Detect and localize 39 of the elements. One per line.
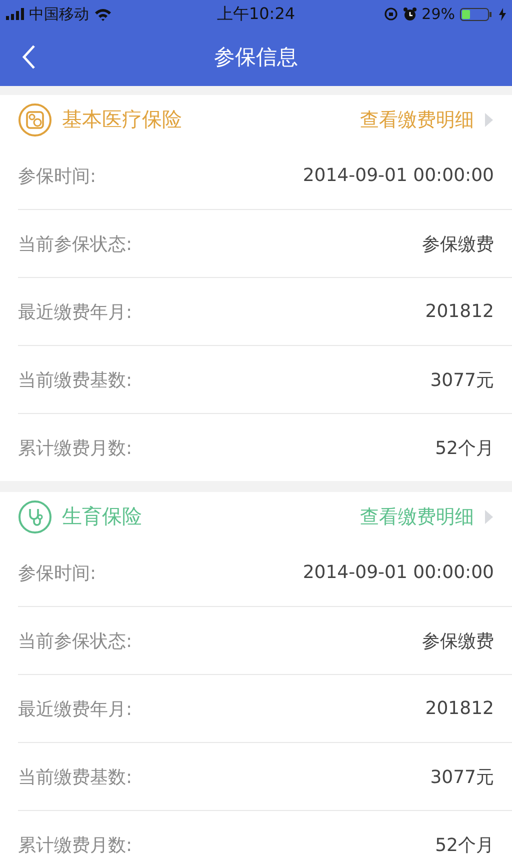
insurance-card-icon (18, 102, 52, 136)
field-value: 52个月 (435, 436, 494, 460)
battery-percent: 29% (422, 5, 455, 23)
field-label: 当前参保状态: (18, 232, 132, 256)
field-label: 当前参保状态: (18, 630, 132, 652)
field-value: 参保缴费 (422, 630, 494, 652)
signal-icon (6, 8, 24, 20)
field-value: 52个月 (435, 834, 494, 856)
battery-icon (460, 8, 494, 20)
field-value: 参保缴费 (422, 232, 494, 256)
field-value: 3077元 (430, 766, 494, 788)
chevron-right-icon[interactable] (484, 112, 494, 128)
field-value: 201812 (425, 301, 494, 322)
page-title: 参保信息 (214, 44, 298, 71)
field-label: 参保时间: (18, 562, 96, 584)
field-value: 3077元 (430, 368, 494, 392)
field-label: 当前缴费基数: (18, 766, 132, 788)
field-label: 最近缴费年月: (18, 300, 132, 324)
details-link[interactable]: 查看缴费明细 (360, 106, 474, 132)
section-title: 生育保险 (62, 503, 143, 530)
rotation-lock-icon (384, 7, 398, 21)
details-link[interactable]: 查看缴费明细 (360, 504, 474, 530)
field-label: 累计缴费月数: (18, 834, 132, 856)
field-value: 201812 (425, 698, 494, 719)
field-label: 参保时间: (18, 164, 96, 188)
alarm-icon (402, 7, 417, 21)
charging-icon (499, 8, 506, 20)
carrier-name: 中国移动 (29, 4, 89, 24)
wifi-icon (94, 8, 112, 20)
back-icon[interactable] (22, 44, 36, 70)
status-time: 上午10:24 (216, 4, 296, 24)
field-value: 2014-09-01 00:00:00 (302, 562, 494, 583)
field-value: 2014-09-01 00:00:00 (302, 165, 494, 186)
field-label: 累计缴费月数: (18, 436, 132, 460)
section-title: 基本医疗保险 (62, 106, 183, 133)
field-label: 最近缴费年月: (18, 698, 132, 720)
chevron-right-icon[interactable] (484, 508, 494, 524)
field-label: 当前缴费基数: (18, 368, 132, 392)
stethoscope-icon (18, 500, 52, 534)
